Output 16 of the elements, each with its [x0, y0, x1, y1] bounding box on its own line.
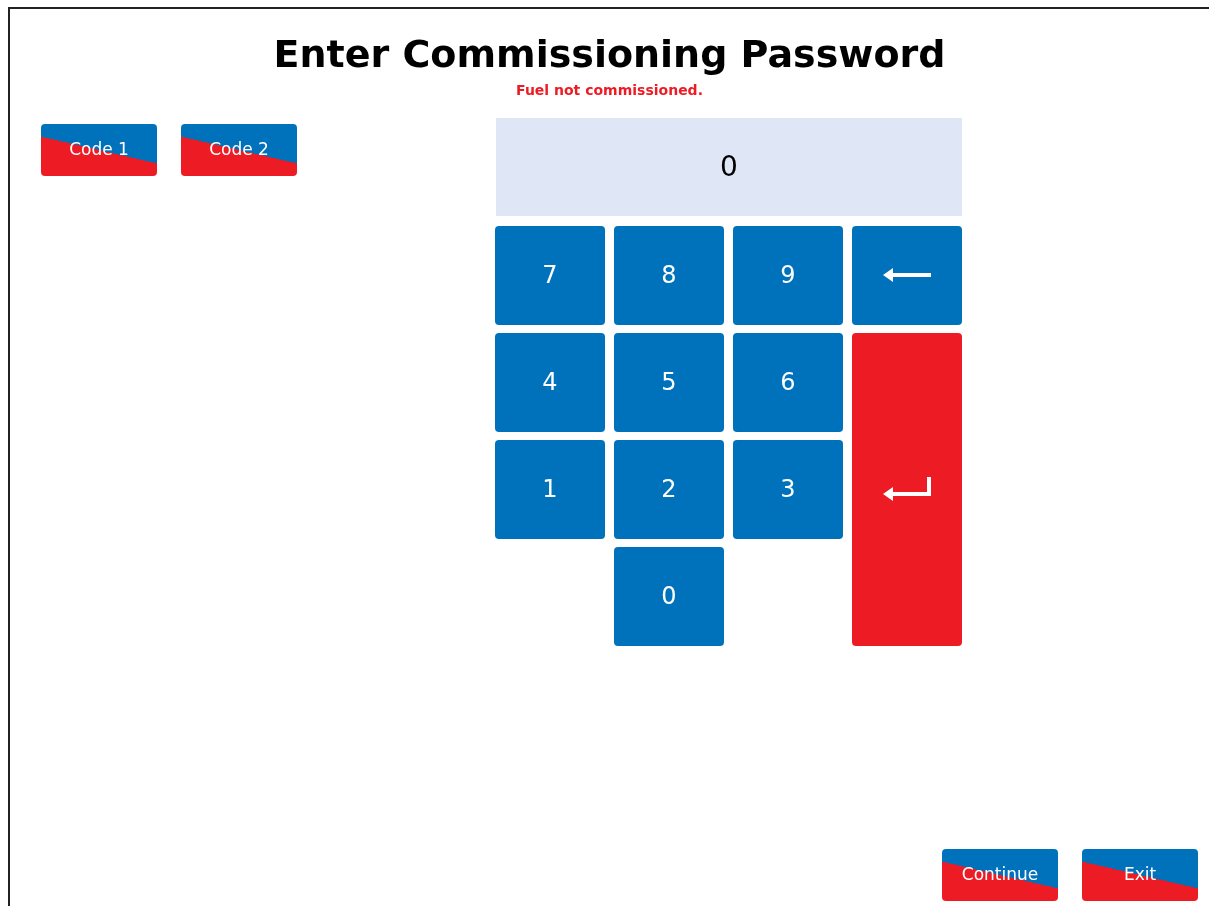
digit-key[interactable]: 4 [495, 332, 605, 432]
digit-key[interactable]: 0 [614, 546, 724, 646]
status-message: Fuel not commissioned. [515, 80, 704, 100]
left-arrow-icon [883, 268, 931, 283]
digit-key[interactable]: 1 [495, 439, 605, 539]
digit-key[interactable]: 7 [495, 225, 605, 325]
backspace-key[interactable] [852, 225, 962, 325]
digit-key[interactable]: 8 [614, 225, 724, 325]
digit-key[interactable]: 2 [614, 439, 724, 539]
password-display: 0 [496, 117, 962, 216]
digit-key[interactable]: 5 [614, 332, 724, 432]
digit-key[interactable]: 6 [733, 332, 843, 432]
digit-key[interactable]: 9 [733, 225, 843, 325]
digit-key[interactable]: 3 [733, 439, 843, 539]
page-title: Enter Commissioning Password [272, 34, 947, 76]
enter-icon [883, 477, 931, 502]
